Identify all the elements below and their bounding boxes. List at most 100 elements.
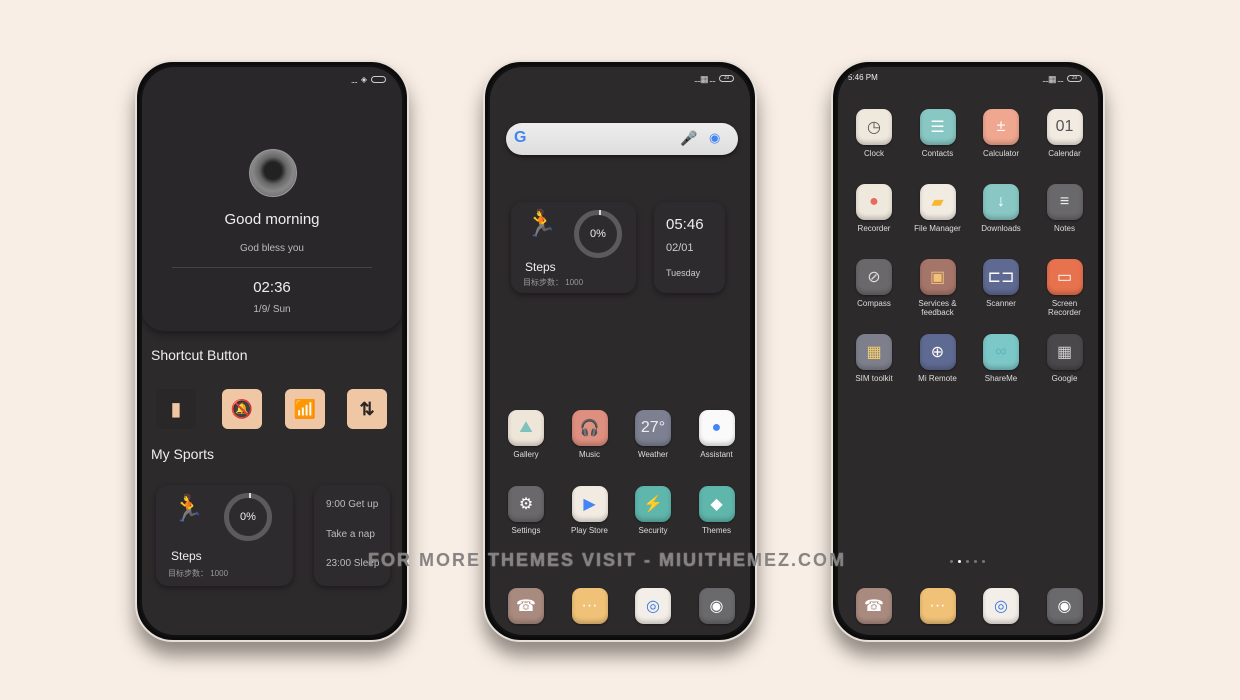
mobile-data-toggle[interactable]: ⇅ [347, 389, 387, 429]
app-themes[interactable]: ◆ Themes [687, 486, 747, 535]
app-label: Weather [637, 450, 669, 459]
widget-date: 02/01 [666, 242, 694, 254]
messages-icon: ··· [919, 588, 956, 624]
chrome-icon: ◎ [983, 588, 1019, 624]
avatar[interactable] [249, 149, 297, 197]
app-shareme[interactable]: ∞ ShareMe [971, 334, 1031, 383]
app-phone[interactable]: ☎ [844, 588, 904, 624]
app-recorder[interactable]: ● Recorder [844, 184, 904, 233]
camera-icon: ◉ [1046, 588, 1083, 624]
status-bar: .... ◈ [351, 75, 386, 84]
status-bar: ....▦ .... 39 [1042, 74, 1082, 83]
bell-off-icon: 🔕 [230, 398, 254, 419]
flashlight-icon: ▮ [171, 398, 181, 419]
steps-percent: 0% [240, 511, 256, 523]
calendar-icon: 01 [1046, 109, 1083, 145]
chrome-icon: ◎ [635, 588, 671, 624]
app-label: Clock [863, 149, 884, 158]
messages-icon: ··· [571, 588, 608, 624]
battery-icon [371, 76, 386, 83]
page-indicator[interactable] [950, 560, 985, 563]
app-mi-remote[interactable]: ⊕ Mi Remote [908, 334, 968, 383]
signal-icon: ....▦ .... [693, 73, 716, 84]
clock-widget[interactable]: 05:46 02/01 Tuesday [654, 202, 725, 293]
steps-widget[interactable]: 🏃 0% Steps 目标步数： 1000 [156, 485, 293, 586]
app-scanner[interactable]: ⊏⊐ Scanner [971, 259, 1031, 308]
app-play-store[interactable]: ▶ Play Store [560, 486, 620, 535]
phone-screen: 5:46 PM ....▦ .... 39 ◷ Clock ☰ Contacts ± Ca… [838, 67, 1098, 635]
app-camera[interactable]: ◉ [1035, 588, 1095, 624]
compass-icon: ⊘ [856, 259, 892, 295]
app-label: Calendar [1048, 149, 1081, 158]
app-calendar[interactable]: 01 Calendar [1035, 109, 1095, 158]
app-settings[interactable]: ⚙ Settings [496, 486, 556, 535]
steps-widget[interactable]: 🏃 0% Steps 目标步数： 1000 [511, 202, 636, 293]
signal-icon: .... [350, 74, 358, 85]
shortcut-section-title: Shortcut Button [151, 347, 248, 363]
schedule-item: 9:00 Get up [326, 499, 379, 510]
app-messages[interactable]: ··· [908, 588, 968, 624]
app-messages[interactable]: ··· [560, 588, 620, 624]
app-weather[interactable]: 27° Weather [623, 410, 683, 459]
clock-time: 02:36 [253, 279, 291, 296]
app-chrome[interactable]: ◎ [971, 588, 1031, 624]
app-label: Downloads [981, 224, 1021, 233]
lens-camera-icon[interactable]: ◉ [709, 130, 720, 146]
app-camera[interactable]: ◉ [687, 588, 747, 624]
google-icon: ▦ [1046, 334, 1083, 370]
app-label: Recorder [857, 224, 891, 233]
app-assistant[interactable]: ● Assistant [687, 410, 747, 459]
app-gallery[interactable]: ⛰ Gallery [496, 410, 556, 459]
page-dot[interactable] [982, 560, 985, 563]
page-dot[interactable] [966, 560, 969, 563]
app-label: Themes [702, 526, 731, 535]
app-label: Notes [1054, 224, 1075, 233]
silent-toggle[interactable]: 🔕 [222, 389, 262, 429]
wifi-toggle[interactable]: 📶 [285, 389, 325, 429]
greeting-subtitle: God bless you [240, 243, 304, 254]
app-label: Screen Recorder [1048, 299, 1081, 317]
profile-card: .... ◈ Good morning God bless you 02:36 … [142, 67, 402, 331]
app-phone[interactable]: ☎ [496, 588, 556, 624]
app-services-feedback[interactable]: ▣ Services & feedback [908, 259, 968, 317]
calculator-icon: ± [983, 109, 1019, 145]
app-security[interactable]: ⚡ Security [623, 486, 683, 535]
location-icon: ◈ [360, 75, 367, 84]
page-dot[interactable] [958, 560, 961, 563]
phone-icon: ☎ [508, 588, 544, 624]
app-downloads[interactable]: ↓ Downloads [971, 184, 1031, 233]
app-label: ShareMe [984, 374, 1018, 383]
camera-icon: ◉ [698, 588, 735, 624]
steps-progress-ring: 0% [574, 210, 622, 258]
app-label: Gallery [513, 450, 539, 459]
app-music[interactable]: 🎧 Music [560, 410, 620, 459]
widget-time: 05:46 [666, 216, 704, 233]
downloads-icon: ↓ [983, 184, 1019, 220]
app-screen-recorder[interactable]: ▭ Screen Recorder [1035, 259, 1095, 317]
app-label: Music [579, 450, 600, 459]
file-manager-icon: ▰ [919, 184, 956, 220]
app-label: Settings [511, 526, 541, 535]
watermark-text: FOR MORE THEMES VISIT - MIUITHEMEZ.COM [368, 550, 846, 570]
google-search-bar[interactable]: G 🎤 ◉ [506, 123, 738, 155]
app-label: File Manager [914, 224, 961, 233]
scanner-icon: ⊏⊐ [983, 259, 1019, 295]
app-file-manager[interactable]: ▰ File Manager [908, 184, 968, 233]
page-dot[interactable] [974, 560, 977, 563]
weather-icon: 27° [635, 410, 671, 446]
app-clock[interactable]: ◷ Clock [844, 109, 904, 158]
app-sim-toolkit[interactable]: ▦ SIM toolkit [844, 334, 904, 383]
app-notes[interactable]: ≡ Notes [1035, 184, 1095, 233]
page-dot[interactable] [950, 560, 953, 563]
phone-screen: .... ◈ Good morning God bless you 02:36 … [142, 67, 402, 635]
settings-icon: ⚙ [508, 486, 544, 522]
app-contacts[interactable]: ☰ Contacts [908, 109, 968, 158]
flashlight-toggle[interactable]: ▮ [156, 389, 196, 429]
gallery-icon: ⛰ [508, 410, 544, 446]
app-calculator[interactable]: ± Calculator [971, 109, 1031, 158]
steps-percent: 0% [590, 228, 606, 240]
app-compass[interactable]: ⊘ Compass [844, 259, 904, 308]
microphone-icon[interactable]: 🎤 [680, 130, 697, 147]
app-google[interactable]: ▦ Google [1035, 334, 1095, 383]
app-chrome[interactable]: ◎ [623, 588, 683, 624]
